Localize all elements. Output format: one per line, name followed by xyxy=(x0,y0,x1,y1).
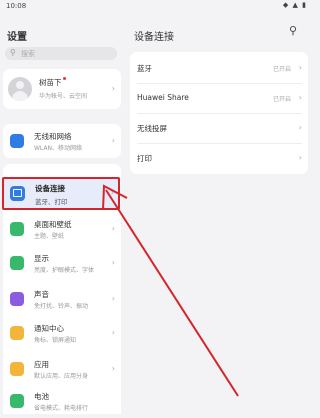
display-icon xyxy=(10,256,24,270)
chevron-right-icon: › xyxy=(111,328,115,337)
chevron-right-icon: › xyxy=(111,294,115,303)
detail-list: 蓝牙 已开启 › Huawei Share 已开启 › 无线投屏 › 打印 › xyxy=(130,52,308,174)
chevron-right-icon: › xyxy=(110,188,114,197)
detail-item-label: Huawei Share xyxy=(137,93,189,102)
sidebar-item-battery[interactable]: 电池 省电模式、耗电排行 xyxy=(3,384,121,418)
sidebar-item-notifications[interactable]: 通知中心 角标、锁屏通知 › xyxy=(3,316,121,350)
chevron-right-icon: › xyxy=(111,258,115,267)
account-name: 树苗下 xyxy=(39,77,66,88)
chevron-right-icon: › xyxy=(298,153,302,162)
sidebar-item-sub: 角标、锁屏通知 xyxy=(34,337,77,344)
detail-item-bluetooth[interactable]: 蓝牙 已开启 › xyxy=(130,54,308,82)
sidebar-item-display[interactable]: 显示 亮度、护眼模式、字体 › xyxy=(3,246,121,280)
detail-title: 设备连接 xyxy=(134,32,174,43)
chevron-right-icon: › xyxy=(111,364,115,373)
status-bar: 10:08 ◆ ▲ ▮ xyxy=(0,0,313,14)
chevron-right-icon: › xyxy=(111,84,115,93)
sidebar-item-label: 设备连接 xyxy=(35,184,65,193)
settings-group-battery: 电池 省电模式、耗电排行 xyxy=(3,384,121,414)
account-card[interactable]: 树苗下 华为帐号、云空间 › xyxy=(3,69,121,109)
avatar xyxy=(8,77,32,101)
detail-item-value: 已开启 xyxy=(272,96,291,103)
detail-item-print[interactable]: 打印 › xyxy=(130,144,308,172)
detail-item-value: 已开启 xyxy=(272,66,291,73)
detail-item-label: 蓝牙 xyxy=(137,64,152,73)
sidebar-item-label: 显示 xyxy=(34,254,49,263)
sound-icon xyxy=(10,292,24,306)
status-time: 10:08 xyxy=(6,2,27,10)
account-subtitle: 华为帐号、云空间 xyxy=(39,93,88,100)
detail-item-label: 打印 xyxy=(137,154,152,163)
sidebar-item-sound[interactable]: 声音 免打扰、铃声、振动 › xyxy=(3,282,121,316)
search-input[interactable]: ⚲ 搜索 xyxy=(5,47,117,60)
sidebar-item-sub: WLAN、移动网络 xyxy=(34,145,83,152)
sidebar-item-sub: 亮度、护眼模式、字体 xyxy=(34,267,95,274)
apps-icon xyxy=(10,362,24,376)
chevron-right-icon: › xyxy=(111,224,115,233)
status-icons: ◆ ▲ ▮ xyxy=(282,1,307,9)
sidebar-item-label: 无线和网络 xyxy=(34,132,72,141)
notification-dot xyxy=(62,77,66,80)
sidebar-item-sub: 主题、壁纸 xyxy=(34,233,65,240)
sidebar-item-apps[interactable]: 应用 默认应用、应用分身 › xyxy=(3,352,121,386)
settings-group-network: 无线和网络 WLAN、移动网络 › xyxy=(3,124,121,158)
sidebar-item-label: 桌面和壁纸 xyxy=(34,220,72,229)
sidebar-item-label: 应用 xyxy=(34,360,49,369)
chevron-right-icon: › xyxy=(298,63,302,72)
chevron-right-icon: › xyxy=(111,136,115,145)
detail-item-wireless-projection[interactable]: 无线投屏 › xyxy=(130,114,308,142)
search-icon: ⚲ xyxy=(10,48,16,57)
device-link-icon xyxy=(10,186,25,201)
sidebar-item-wireless[interactable]: 无线和网络 WLAN、移动网络 › xyxy=(3,124,121,158)
wifi-icon xyxy=(10,134,24,148)
sidebar-item-sub: 免打扰、铃声、振动 xyxy=(34,303,89,310)
detail-pane: 设备连接 ⚲ 蓝牙 已开启 › Huawei Share 已开启 › 无线投屏 … xyxy=(125,14,313,400)
sidebar-item-sub: 蓝牙、打印 xyxy=(35,198,68,206)
search-icon[interactable]: ⚲ xyxy=(289,24,303,38)
sidebar-item-sub: 省电模式、耗电排行 xyxy=(34,405,89,412)
battery-icon xyxy=(10,394,24,408)
sidebar-item-wallpaper[interactable]: 桌面和壁纸 主题、壁纸 › xyxy=(3,212,121,246)
notification-icon xyxy=(10,326,24,340)
chevron-right-icon: › xyxy=(298,123,302,132)
detail-item-label: 无线投屏 xyxy=(137,124,167,133)
search-placeholder: 搜索 xyxy=(21,50,35,58)
wallpaper-icon xyxy=(10,222,24,236)
sidebar-item-label: 通知中心 xyxy=(34,324,64,333)
detail-item-huawei-share[interactable]: Huawei Share 已开启 › xyxy=(130,84,308,112)
chevron-right-icon: › xyxy=(298,93,302,102)
sidebar-item-label: 声音 xyxy=(34,290,49,299)
sidebar-item-sub: 默认应用、应用分身 xyxy=(34,373,89,380)
sidebar-item-device-connection[interactable]: 设备连接 蓝牙、打印 › xyxy=(2,177,120,210)
sidebar-item-label: 电池 xyxy=(34,392,49,401)
settings-pane: 设置 ⚲ 搜索 树苗下 华为帐号、云空间 › 无线和网络 WLAN、移动网络 ›… xyxy=(0,14,125,414)
page-title: 设置 xyxy=(7,32,27,43)
